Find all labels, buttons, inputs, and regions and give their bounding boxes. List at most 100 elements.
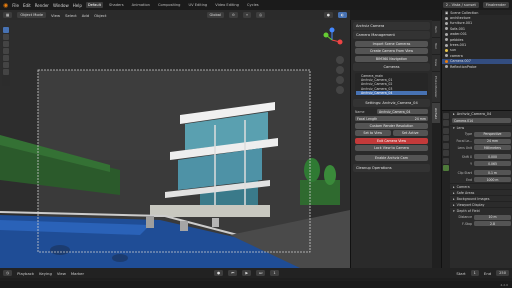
camera-data-name-input[interactable]: Camera.014 bbox=[452, 118, 511, 124]
focal-input[interactable]: 24 mm bbox=[474, 138, 511, 144]
jump-start-icon[interactable]: ⏮ bbox=[228, 270, 238, 276]
zoom-icon[interactable] bbox=[336, 56, 344, 64]
workspace-tab-animation[interactable]: Animation bbox=[130, 2, 152, 8]
shading-material-icon[interactable]: ◐ bbox=[337, 12, 347, 18]
cameras-header[interactable]: Cameras bbox=[353, 63, 430, 71]
clip-end-input[interactable]: 1000 m bbox=[474, 177, 511, 183]
end-frame-input[interactable]: 250 bbox=[496, 270, 509, 276]
camera-name-input[interactable]: Archviz_Camera_04 bbox=[377, 108, 428, 115]
menu-window[interactable]: Window bbox=[53, 3, 69, 8]
tool-shelf bbox=[2, 26, 10, 86]
workspace-tab-cycles[interactable]: Cycles bbox=[245, 2, 261, 8]
tab-view[interactable]: View bbox=[432, 55, 440, 71]
cursor-tool-icon[interactable] bbox=[3, 34, 9, 40]
object-mode-dropdown[interactable]: Object Mode bbox=[17, 12, 47, 18]
custom-render-resolution-button[interactable]: Custom Render Resolution bbox=[355, 122, 428, 129]
current-frame-input[interactable]: 1 bbox=[270, 270, 279, 276]
subpanel-label: Viewport Display bbox=[456, 202, 485, 207]
record-icon[interactable]: ● bbox=[214, 270, 224, 276]
set-active-button[interactable]: Set Active bbox=[392, 130, 428, 137]
shading-solid-icon[interactable]: ● bbox=[323, 12, 333, 18]
play-icon[interactable]: ▶ bbox=[242, 270, 252, 276]
view-layer-selector[interactable]: Finalrender bbox=[482, 2, 509, 8]
lock-view-to-camera-button[interactable]: Lock View to Camera bbox=[355, 145, 428, 152]
camera-data-icon[interactable] bbox=[443, 165, 449, 171]
lens-unit-dropdown[interactable]: Millimeters bbox=[474, 145, 511, 151]
menu-view[interactable]: View bbox=[51, 13, 60, 18]
proportional-edit-icon[interactable]: ◎ bbox=[256, 12, 266, 18]
object-properties-icon[interactable] bbox=[443, 150, 449, 156]
render-properties-icon[interactable] bbox=[443, 120, 449, 126]
dof-distance-input[interactable]: 10 m bbox=[474, 214, 511, 220]
object-icon bbox=[445, 27, 448, 31]
bim360-navigation-button[interactable]: BIM360 Navigation bbox=[355, 55, 428, 62]
depth-of-field-subpanel-header[interactable]: ▾ Depth of Field bbox=[450, 207, 512, 213]
pivot-icon[interactable]: ⊙ bbox=[228, 12, 238, 18]
menu-keying[interactable]: Keying bbox=[39, 271, 52, 276]
panel-title[interactable]: Archviz Camera bbox=[353, 21, 430, 30]
world-properties-icon[interactable] bbox=[443, 142, 449, 149]
create-camera-from-view-button[interactable]: Create Camera From View bbox=[355, 48, 428, 54]
import-scene-cameras-button[interactable]: Import Scene Cameras bbox=[355, 40, 428, 47]
grid-icon[interactable] bbox=[336, 86, 344, 94]
pan-icon[interactable] bbox=[336, 66, 344, 74]
settings-header[interactable]: Settings: Archviz_Camera_04 bbox=[353, 99, 430, 108]
jump-end-icon[interactable]: ⏭ bbox=[256, 270, 266, 276]
camera-list-item-selected[interactable]: Archviz_Camera_04 bbox=[356, 91, 427, 96]
blender-logo-icon[interactable]: ◉ bbox=[3, 2, 8, 9]
shift-y-input[interactable]: 0.065 bbox=[474, 161, 511, 167]
editor-type-icon[interactable]: ▦ bbox=[3, 12, 13, 18]
orientation-dropdown[interactable]: Global bbox=[206, 12, 224, 18]
workspace-tab-video-editing[interactable]: Video Editing bbox=[213, 2, 241, 8]
tool-properties-icon[interactable] bbox=[443, 112, 449, 119]
enable-archviz-cam-button[interactable]: Enable Archviz Cam bbox=[355, 155, 428, 162]
exit-camera-view-button[interactable]: Exit Camera View bbox=[355, 137, 428, 144]
menu-view[interactable]: View bbox=[57, 271, 66, 276]
menu-file[interactable]: File bbox=[12, 3, 19, 8]
output-properties-icon[interactable] bbox=[443, 127, 449, 134]
camera-view-icon[interactable] bbox=[336, 76, 344, 84]
3d-viewport[interactable] bbox=[0, 20, 350, 268]
scene-properties-icon[interactable] bbox=[443, 135, 449, 141]
navigation-gizmo[interactable] bbox=[318, 26, 346, 54]
tab-archviz[interactable]: Archviz bbox=[432, 103, 440, 123]
menu-help[interactable]: Help bbox=[73, 3, 82, 8]
annotate-tool-icon[interactable] bbox=[3, 69, 9, 75]
select-tool-icon[interactable] bbox=[3, 27, 9, 33]
rotate-tool-icon[interactable] bbox=[3, 48, 9, 54]
set-to-view-button[interactable]: Set to View bbox=[355, 130, 391, 137]
tab-item[interactable]: Item bbox=[432, 21, 440, 37]
workspace-tab-compositing[interactable]: Compositing bbox=[156, 2, 183, 8]
end-frame-label: End bbox=[483, 270, 492, 276]
start-frame-input[interactable]: 1 bbox=[470, 270, 479, 276]
fstop-input[interactable]: 2.8 bbox=[474, 221, 511, 227]
workspace-tab-default[interactable]: Default bbox=[85, 2, 103, 8]
menu-render[interactable]: Render bbox=[35, 3, 49, 8]
type-dropdown[interactable]: Perspective bbox=[474, 131, 511, 137]
tab-photo-modeler[interactable]: Photo Modeler bbox=[432, 72, 440, 102]
scale-tool-icon[interactable] bbox=[3, 55, 9, 61]
tab-tool[interactable]: Tool bbox=[432, 38, 440, 54]
transform-tool-icon[interactable] bbox=[3, 62, 9, 68]
workspace-tab-shaders[interactable]: Shaders bbox=[107, 2, 126, 8]
menu-select[interactable]: Select bbox=[65, 13, 77, 18]
move-tool-icon[interactable] bbox=[3, 41, 9, 47]
timeline-editor-icon[interactable]: ◷ bbox=[3, 270, 13, 276]
outliner-item[interactable]: ReflectionProbe bbox=[442, 64, 512, 69]
menu-edit[interactable]: Edit bbox=[23, 3, 31, 8]
cleanup-operations-header[interactable]: Cleanup Operations bbox=[353, 164, 430, 173]
scene-selector[interactable]: 2 - Vista / sunset bbox=[442, 2, 479, 8]
menu-marker[interactable]: Marker bbox=[71, 271, 84, 276]
shift-x-input[interactable]: 0.000 bbox=[474, 154, 511, 160]
menu-playback[interactable]: Playback bbox=[17, 271, 34, 276]
menu-object[interactable]: Object bbox=[94, 13, 106, 18]
constraints-icon[interactable] bbox=[443, 157, 449, 164]
clip-start-input[interactable]: 0.1 m bbox=[474, 170, 511, 176]
lens-subpanel-header[interactable]: ▾ Lens bbox=[450, 124, 512, 131]
snap-icon[interactable]: ⌖ bbox=[243, 12, 252, 18]
camera-management-header[interactable]: Camera Management bbox=[353, 31, 430, 39]
workspace-tab-uv-editing[interactable]: UV Editing bbox=[186, 2, 209, 8]
focal-length-slider[interactable]: Focal Length 24 mm bbox=[355, 115, 428, 122]
camera-icon bbox=[445, 54, 448, 58]
menu-add[interactable]: Add bbox=[82, 13, 89, 18]
